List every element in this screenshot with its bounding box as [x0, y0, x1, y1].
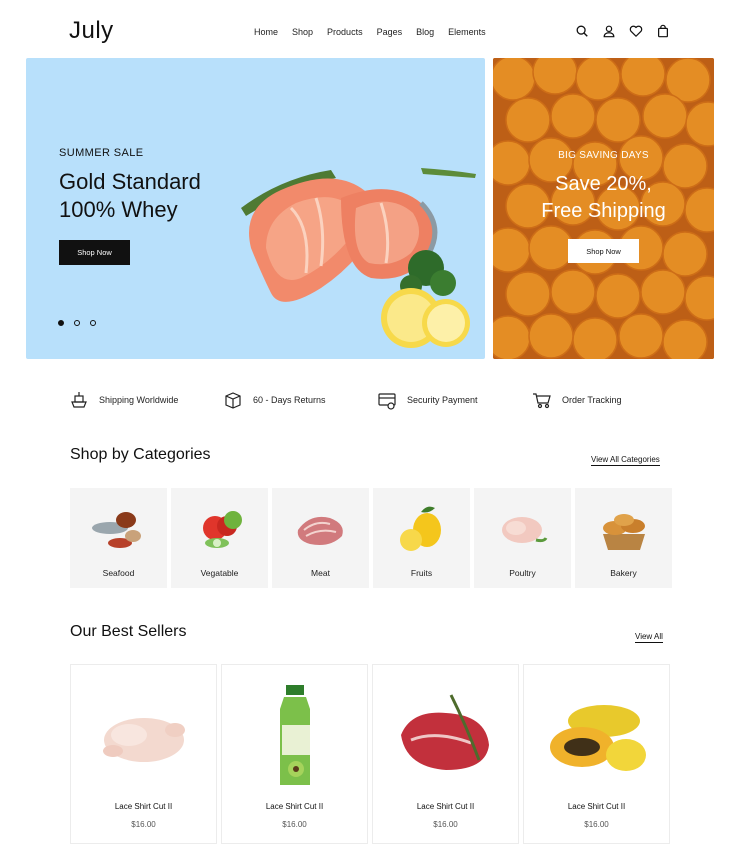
side-kicker: BIG SAVING DAYS	[558, 150, 649, 161]
feature-tracking-label: Order Tracking	[562, 395, 622, 405]
category-seafood[interactable]: Seafood	[70, 488, 167, 588]
papaya-image	[550, 705, 646, 771]
bag-icon[interactable]	[656, 24, 670, 38]
user-icon[interactable]	[602, 24, 616, 38]
poultry-image	[502, 517, 548, 543]
meat-image	[297, 516, 343, 545]
vegetable-image	[203, 511, 242, 548]
slider-dot-1[interactable]	[58, 320, 64, 326]
slider-dots	[58, 320, 96, 326]
category-poultry-label: Poultry	[509, 568, 536, 578]
nav-blog[interactable]: Blog	[416, 27, 434, 37]
product-card-1[interactable]: Lace Shirt Cut II $16.00	[70, 664, 217, 844]
categories-title: Shop by Categories	[70, 446, 211, 463]
feature-shipping: Shipping Worldwide	[69, 390, 178, 410]
header-actions	[575, 24, 670, 38]
category-fruits-label: Fruits	[410, 568, 433, 578]
product-price-2: $16.00	[282, 820, 307, 829]
hero-banner: SUMMER SALE Gold Standard 100% Whey Shop…	[26, 58, 485, 359]
nav-products[interactable]: Products	[327, 27, 363, 37]
hero-shop-now-button[interactable]: Shop Now	[59, 240, 130, 265]
category-bakery[interactable]: Bakery	[575, 488, 672, 588]
nav-elements[interactable]: Elements	[448, 27, 486, 37]
site-logo[interactable]: July	[69, 17, 114, 45]
category-vegetable-label: Vegatable	[200, 568, 239, 578]
heart-icon[interactable]	[629, 24, 643, 38]
bakery-image	[603, 514, 645, 550]
hero-title-line2: 100% Whey	[59, 197, 178, 222]
best-sellers-title: Our Best Sellers	[70, 623, 187, 640]
slider-dot-3[interactable]	[90, 320, 96, 326]
search-icon[interactable]	[575, 24, 589, 38]
main-nav: Home Shop Products Pages Blog Elements	[254, 27, 500, 37]
view-all-categories-link[interactable]: View All Categories	[591, 455, 660, 466]
category-fruits[interactable]: Fruits	[373, 488, 470, 588]
product-name-1[interactable]: Lace Shirt Cut II	[71, 802, 216, 811]
salmon-image	[241, 168, 476, 348]
truck-icon	[533, 393, 551, 409]
category-meat[interactable]: Meat	[272, 488, 369, 588]
view-all-products-link[interactable]: View All	[635, 632, 663, 643]
box-return-icon	[225, 392, 241, 409]
feature-returns-label: 60 - Days Returns	[253, 395, 326, 405]
product-name-2[interactable]: Lace Shirt Cut II	[222, 802, 367, 811]
feature-returns: 60 - Days Returns	[223, 390, 326, 410]
side-title-line2: Free Shipping	[541, 200, 666, 222]
ship-icon	[71, 392, 87, 408]
product-card-3[interactable]: Lace Shirt Cut II $16.00	[372, 664, 519, 844]
seafood-image	[92, 512, 141, 548]
site-header: July Home Shop Products Pages Blog Eleme…	[0, 0, 740, 60]
feature-security-label: Security Payment	[407, 395, 478, 405]
product-price-3: $16.00	[433, 820, 458, 829]
side-shop-now-button[interactable]: Shop Now	[568, 239, 639, 263]
product-price-4: $16.00	[584, 820, 609, 829]
product-card-2[interactable]: Lace Shirt Cut II $16.00	[221, 664, 368, 844]
feature-tracking: Order Tracking	[532, 390, 622, 410]
nav-shop[interactable]: Shop	[292, 27, 313, 37]
feature-shipping-label: Shipping Worldwide	[99, 395, 179, 405]
side-title: Save 20%, Free Shipping	[493, 171, 714, 225]
side-banner: BIG SAVING DAYS Save 20%, Free Shipping …	[493, 58, 714, 359]
slider-dot-2[interactable]	[74, 320, 80, 326]
categories-list: Seafood Vegatable Meat Fruits Poultry Ba…	[70, 488, 672, 588]
feature-security: Security Payment	[377, 390, 478, 410]
best-sellers-list: Lace Shirt Cut II $16.00 Lace Shirt Cut …	[70, 664, 670, 844]
category-seafood-label: Seafood	[102, 568, 135, 578]
card-icon	[378, 393, 396, 410]
steak-image	[401, 694, 489, 770]
product-name-3[interactable]: Lace Shirt Cut II	[373, 802, 518, 811]
product-price-1: $16.00	[131, 820, 156, 829]
product-card-4[interactable]: Lace Shirt Cut II $16.00	[523, 664, 670, 844]
features-bar: Shipping Worldwide 60 - Days Returns Sec…	[0, 390, 740, 414]
category-poultry[interactable]: Poultry	[474, 488, 571, 588]
nav-home[interactable]: Home	[254, 27, 278, 37]
juice-bottle-image	[280, 685, 310, 785]
hero-title-line1: Gold Standard	[59, 169, 201, 194]
chicken-image	[103, 718, 185, 762]
hero-kicker: SUMMER SALE	[59, 147, 144, 159]
category-bakery-label: Bakery	[610, 568, 637, 578]
category-meat-label: Meat	[311, 568, 330, 578]
fruits-image	[400, 506, 441, 551]
category-vegetable[interactable]: Vegatable	[171, 488, 268, 588]
side-title-line1: Save 20%,	[555, 173, 652, 195]
nav-pages[interactable]: Pages	[377, 27, 403, 37]
product-name-4[interactable]: Lace Shirt Cut II	[524, 802, 669, 811]
hero-title: Gold Standard 100% Whey	[59, 168, 239, 224]
